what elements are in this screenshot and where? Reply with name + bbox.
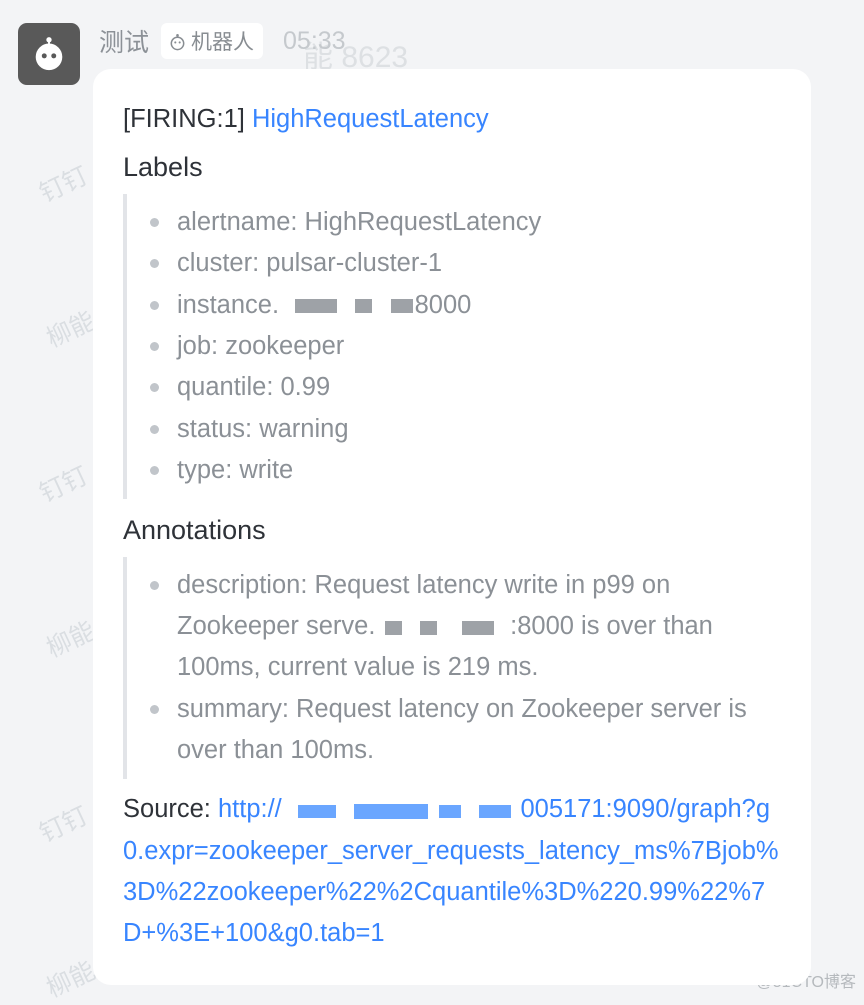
firing-prefix: [FIRING:1] (123, 105, 252, 133)
list-item: type: write (145, 450, 781, 491)
message-meta: 能 8623 测试 机器人 05:33 (93, 23, 811, 59)
list-item: summary: Request latency on Zookeeper se… (145, 689, 781, 772)
alert-name-link[interactable]: HighRequestLatency (252, 105, 489, 133)
sender-name[interactable]: 测试 (99, 23, 149, 59)
bullet-icon (150, 259, 159, 268)
redaction (354, 804, 428, 819)
redaction (462, 621, 494, 635)
bullet-icon (150, 383, 159, 392)
redaction (391, 299, 413, 313)
redaction (439, 805, 461, 818)
list-item: cluster: pulsar-cluster-1 (145, 243, 781, 284)
avatar[interactable] (18, 23, 80, 85)
annotations-list: description: Request latency write in p9… (123, 557, 781, 779)
robot-icon (30, 35, 68, 73)
bullet-icon (150, 301, 159, 310)
label-type: type: write (177, 450, 781, 491)
chat-message: 能 8623 测试 机器人 05:33 [FIRING:1] HighReque… (0, 0, 864, 985)
redaction (385, 621, 402, 635)
list-item: quantile: 0.99 (145, 367, 781, 408)
timestamp: 05:33 (283, 27, 346, 56)
list-item: alertname: HighRequestLatency (145, 202, 781, 243)
redaction (298, 805, 336, 818)
redaction (479, 805, 511, 818)
redaction (420, 621, 437, 635)
redaction (355, 299, 372, 313)
bullet-icon (150, 425, 159, 434)
label-instance: instance. 8000 (177, 285, 781, 326)
list-item: instance. 8000 (145, 285, 781, 326)
label-cluster: cluster: pulsar-cluster-1 (177, 243, 781, 284)
label-status: status: warning (177, 409, 781, 450)
bot-badge: 机器人 (161, 23, 263, 59)
robot-icon (168, 32, 187, 51)
annotations-heading: Annotations (123, 509, 781, 553)
list-item: description: Request latency write in p9… (145, 565, 781, 689)
list-item: job: zookeeper (145, 326, 781, 367)
bot-badge-label: 机器人 (191, 26, 254, 56)
label-alertname: alertname: HighRequestLatency (177, 202, 781, 243)
source-label: Source: (123, 795, 218, 823)
bullet-icon (150, 218, 159, 227)
bullet-icon (150, 705, 159, 714)
annotation-description: description: Request latency write in p9… (177, 565, 781, 689)
label-quantile: quantile: 0.99 (177, 367, 781, 408)
bullet-icon (150, 466, 159, 475)
labels-heading: Labels (123, 146, 781, 190)
source-line: Source: http:// 005171:9090/graph?g0.exp… (123, 789, 781, 954)
list-item: status: warning (145, 409, 781, 450)
alert-card: [FIRING:1] HighRequestLatency Labels ale… (93, 69, 811, 985)
redaction (295, 299, 337, 313)
bullet-icon (150, 581, 159, 590)
source-link[interactable]: http:// 005171:9090/graph?g0.expr=zookee… (123, 795, 779, 947)
label-job: job: zookeeper (177, 326, 781, 367)
labels-list: alertname: HighRequestLatency cluster: p… (123, 194, 781, 499)
alert-title: [FIRING:1] HighRequestLatency (123, 99, 781, 140)
bullet-icon (150, 342, 159, 351)
annotation-summary: summary: Request latency on Zookeeper se… (177, 689, 781, 772)
